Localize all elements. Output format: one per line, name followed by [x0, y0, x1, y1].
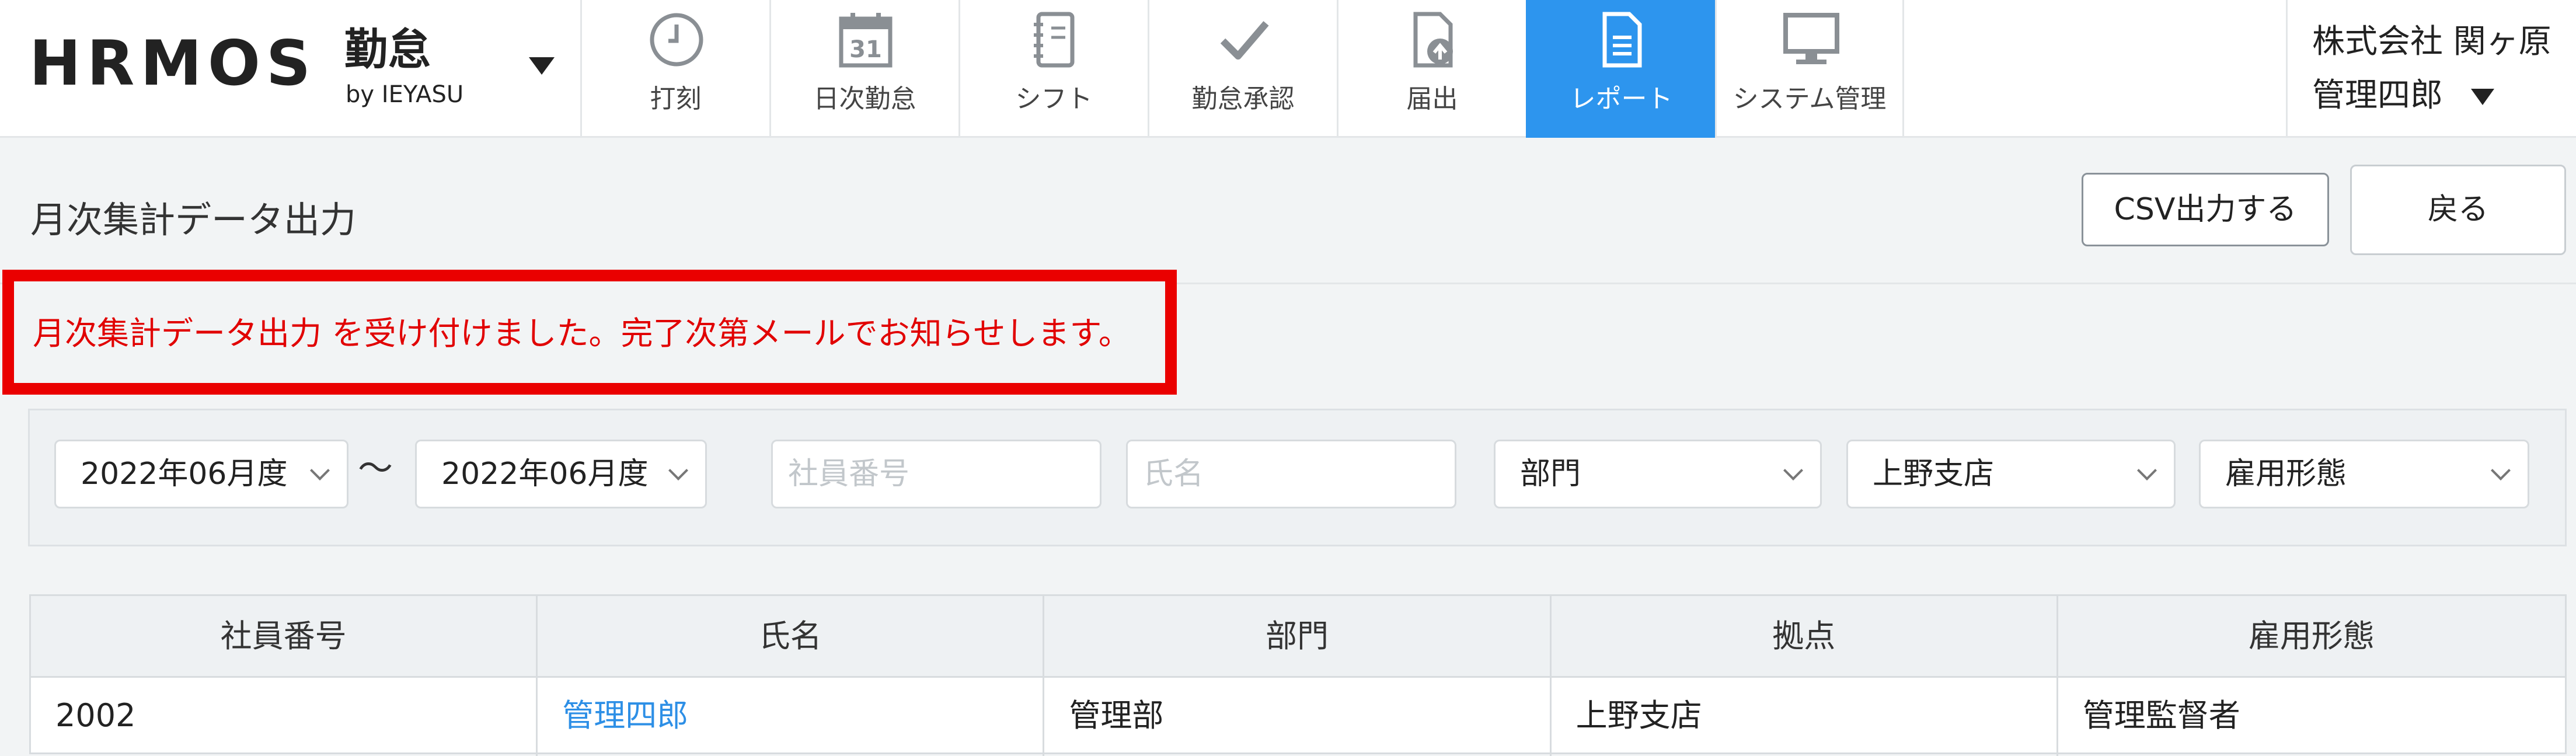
nav-label: 勤怠承認 [1191, 84, 1295, 114]
svg-text:31: 31 [849, 36, 882, 63]
vendor-name: by IEYASU [346, 81, 464, 108]
table-header: 社員番号 氏名 部門 拠点 雇用形態 [31, 596, 2565, 678]
cell-employee-number: 2002 [31, 678, 538, 756]
name-field[interactable] [1126, 440, 1456, 508]
csv-export-button[interactable]: CSV出力する [2082, 173, 2329, 246]
nav-item-report[interactable]: レポート [1526, 0, 1715, 138]
cell-department: 管理部 [1044, 678, 1552, 756]
product-name: 勤怠 [344, 25, 431, 75]
nav-label: システム管理 [1733, 84, 1887, 114]
report-document-icon [1602, 12, 1642, 68]
notebook-icon [1034, 12, 1075, 68]
employee-number-input[interactable] [788, 441, 1100, 507]
name-input[interactable] [1143, 441, 1455, 507]
filter-panel: 2022年06月度 〜 2022年06月度 部門 上野支店 雇用形態 [28, 409, 2567, 546]
caret-down-icon [529, 57, 555, 75]
from-period-select[interactable]: 2022年06月度 [54, 440, 348, 508]
chevron-down-icon [2137, 461, 2157, 480]
employee-name-link[interactable]: 管理四郎 [562, 697, 688, 734]
nav-label: シフト [1015, 84, 1093, 114]
column-header-employee-number[interactable]: 社員番号 [31, 596, 538, 676]
employee-number-field[interactable] [771, 440, 1101, 508]
column-header-name[interactable]: 氏名 [538, 596, 1045, 676]
range-separator: 〜 [358, 448, 393, 489]
cell-location: 上野支店 [1552, 678, 2058, 756]
app-header: HRMOS 勤怠 by IEYASU 打刻 31 日次勤怠 シフト 勤怠承認 届… [0, 0, 2576, 138]
nav-label: レポート [1570, 84, 1673, 114]
nav-item-requests[interactable]: 届出 [1337, 0, 1526, 138]
hrmos-logo: HRMOS [29, 27, 317, 99]
chevron-down-icon [310, 461, 330, 480]
notice-message: 月次集計データ出力 を受け付けました。完了次第メールでお知らせします。 [33, 315, 1131, 352]
to-period-select[interactable]: 2022年06月度 [415, 440, 707, 508]
location-value: 上野支店 [1873, 457, 1995, 492]
department-value: 部門 [1520, 457, 1581, 492]
nav-item-punch[interactable]: 打刻 [580, 0, 769, 138]
nav-label: 届出 [1406, 84, 1458, 114]
document-upload-icon [1413, 12, 1453, 68]
account-menu[interactable]: 株式会社 関ヶ原 管理四郎 [2286, 0, 2576, 138]
location-select[interactable]: 上野支店 [1846, 440, 2176, 508]
page-title: 月次集計データ出力 [30, 198, 357, 241]
caret-down-icon [2471, 89, 2494, 105]
column-header-department[interactable]: 部門 [1044, 596, 1552, 676]
calendar-31-icon: 31 [839, 13, 893, 68]
from-period-value: 2022年06月度 [81, 457, 288, 492]
main-nav: 打刻 31 日次勤怠 シフト 勤怠承認 届出 レポート システム管理 [580, 0, 1904, 138]
monitor-icon [1783, 13, 1839, 64]
nav-item-daily-attendance[interactable]: 31 日次勤怠 [769, 0, 958, 138]
column-header-location[interactable]: 拠点 [1552, 596, 2058, 676]
chevron-down-icon [2491, 461, 2511, 480]
chevron-down-icon [1783, 461, 1803, 480]
employment-type-value: 雇用形態 [2225, 457, 2347, 492]
nav-label: 打刻 [650, 84, 702, 114]
notice-banner: 月次集計データ出力 を受け付けました。完了次第メールでお知らせします。 [2, 270, 1177, 395]
nav-label: 日次勤怠 [813, 84, 916, 114]
employment-type-select[interactable]: 雇用形態 [2199, 440, 2529, 508]
to-period-value: 2022年06月度 [441, 457, 649, 492]
cell-employment-type: 管理監督者 [2082, 697, 2240, 734]
checkmark-icon [1220, 21, 1269, 60]
chevron-down-icon [668, 461, 688, 480]
company-name: 株式会社 関ヶ原 [2312, 23, 2551, 61]
employee-table: 社員番号 氏名 部門 拠点 雇用形態 2002 管理四郎 管理部 上野支店 管理… [29, 594, 2567, 756]
nav-item-attendance-approval[interactable]: 勤怠承認 [1148, 0, 1337, 138]
nav-item-system-admin[interactable]: システム管理 [1715, 0, 1904, 138]
nav-item-shift[interactable]: シフト [958, 0, 1148, 138]
back-button[interactable]: 戻る [2350, 165, 2566, 255]
clock-icon [650, 13, 703, 67]
user-name: 管理四郎 [2312, 76, 2443, 114]
table-row: 2002 管理四郎 管理部 上野支店 管理監督者 [31, 678, 2565, 756]
product-switcher[interactable]: HRMOS 勤怠 by IEYASU [0, 0, 580, 138]
department-select[interactable]: 部門 [1494, 440, 1822, 508]
column-header-employment-type[interactable]: 雇用形態 [2058, 596, 2565, 676]
cell-name: 管理四郎 [538, 678, 1045, 756]
